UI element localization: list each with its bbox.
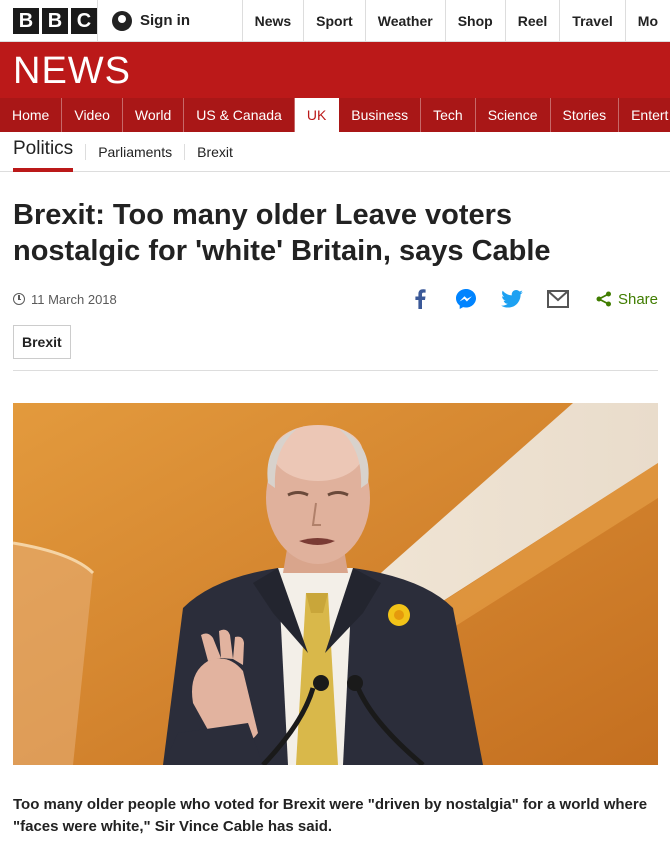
section-tech[interactable]: Tech bbox=[421, 98, 476, 132]
date-text: 11 March 2018 bbox=[31, 291, 117, 307]
email-icon[interactable] bbox=[546, 287, 570, 311]
section-entertainment[interactable]: Entert bbox=[619, 98, 670, 132]
topic-tag-brexit[interactable]: Brexit bbox=[13, 325, 71, 359]
twitter-icon[interactable] bbox=[500, 287, 524, 311]
article-date: 11 March 2018 bbox=[13, 292, 117, 307]
divider bbox=[13, 370, 658, 371]
section-stories[interactable]: Stories bbox=[551, 98, 620, 132]
section-uk[interactable]: UK bbox=[294, 98, 340, 132]
facebook-icon[interactable] bbox=[408, 287, 432, 311]
politics-subnav: Politics Parliaments Brexit bbox=[0, 132, 670, 172]
section-world[interactable]: World bbox=[123, 98, 185, 132]
bbc-masthead: B B C Sign in News Sport Weather Shop Re… bbox=[0, 0, 670, 42]
global-nav-sport[interactable]: Sport bbox=[303, 0, 365, 41]
article-meta: 11 March 2018 Share bbox=[13, 287, 658, 311]
subnav-parliaments[interactable]: Parliaments bbox=[85, 143, 184, 160]
bbc-logo-letter: C bbox=[71, 7, 97, 34]
global-nav: News Sport Weather Shop Reel Travel Mo bbox=[241, 0, 670, 41]
global-nav-reel[interactable]: Reel bbox=[504, 0, 560, 41]
share-label: Share bbox=[617, 290, 658, 308]
sign-in-label: Sign in bbox=[140, 12, 190, 29]
global-nav-travel[interactable]: Travel bbox=[559, 0, 624, 41]
section-nav: Home Video World US & Canada UK Business… bbox=[0, 98, 670, 132]
section-home[interactable]: Home bbox=[0, 98, 63, 132]
news-header: NEWS bbox=[0, 42, 670, 98]
messenger-icon[interactable] bbox=[454, 287, 478, 311]
subnav-politics[interactable]: Politics bbox=[13, 132, 74, 172]
share-tools: Share bbox=[408, 287, 658, 311]
article-headline: Brexit: Too many older Leave voters nost… bbox=[13, 199, 551, 267]
bbc-logo-letter: B bbox=[13, 7, 39, 34]
user-icon bbox=[112, 10, 132, 31]
article-summary: Too many older people who voted for Brex… bbox=[13, 796, 648, 835]
global-nav-weather[interactable]: Weather bbox=[364, 0, 445, 41]
section-science[interactable]: Science bbox=[476, 98, 551, 132]
global-nav-news[interactable]: News bbox=[241, 0, 304, 41]
share-icon bbox=[596, 291, 611, 307]
global-nav-shop[interactable]: Shop bbox=[444, 0, 505, 41]
news-logo[interactable]: NEWS bbox=[13, 50, 131, 93]
sign-in-link[interactable]: Sign in bbox=[97, 0, 242, 41]
section-video[interactable]: Video bbox=[62, 98, 123, 132]
article-hero-image bbox=[13, 403, 658, 765]
global-nav-more[interactable]: Mo bbox=[624, 0, 670, 41]
subnav-brexit[interactable]: Brexit bbox=[184, 143, 245, 160]
section-us-canada[interactable]: US & Canada bbox=[184, 98, 295, 132]
clock-icon bbox=[13, 293, 25, 305]
section-business[interactable]: Business bbox=[339, 98, 422, 132]
bbc-logo-letter: B bbox=[42, 7, 68, 34]
share-button[interactable]: Share bbox=[596, 291, 658, 308]
bbc-logo[interactable]: B B C bbox=[0, 0, 97, 41]
